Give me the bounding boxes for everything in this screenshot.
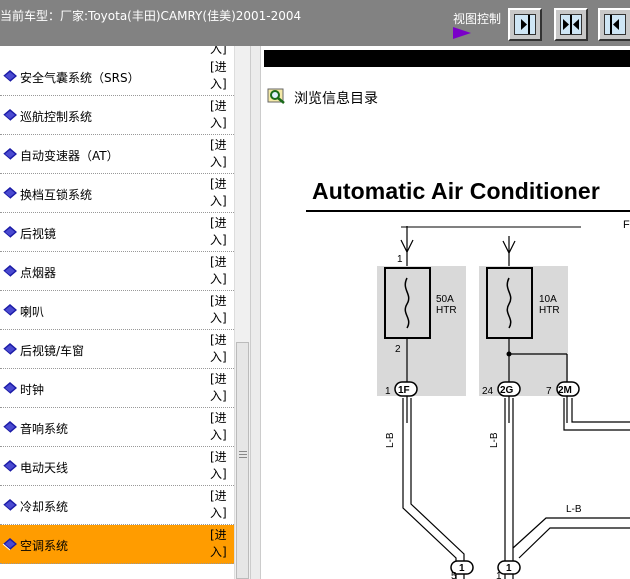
wiring-diagram: Automatic Air Conditioner F 50A HTR 10A: [261, 118, 630, 579]
list-item-enter-partial[interactable]: 入]: [210, 46, 227, 57]
list-item-enter-link[interactable]: [进入]: [210, 176, 230, 210]
book-icon: [2, 70, 17, 83]
list-item[interactable]: 时钟 [进入]: [0, 369, 234, 408]
pin-1c: 1: [496, 571, 502, 579]
list-item-enter-link[interactable]: [进入]: [210, 59, 230, 93]
pin-1b: 1: [385, 386, 391, 397]
wiring-diagram-drawing: F 50A HTR 10A HTR 1 2 1 24 7 1F 2G 2M L-…: [306, 210, 630, 579]
book-icon: [2, 421, 17, 434]
view-split-button[interactable]: [554, 8, 588, 41]
list-item[interactable]: 音响系统 [进入]: [0, 408, 234, 447]
fuse2-amp: 10A: [539, 294, 557, 305]
list-item-enter-link[interactable]: [进入]: [210, 527, 230, 561]
diagram-edge-letter: F: [623, 219, 630, 231]
book-icon: [2, 382, 17, 395]
list-item[interactable]: 后视镜 [进入]: [0, 213, 234, 252]
book-icon: [2, 187, 17, 200]
book-icon: [2, 460, 17, 473]
list-item[interactable]: 喇叭 [进入]: [0, 291, 234, 330]
split-view-icon: [563, 15, 579, 34]
view-left-panel-button[interactable]: [508, 8, 542, 41]
list-item-enter-link[interactable]: [进入]: [210, 215, 230, 249]
list-item-enter-link[interactable]: [进入]: [210, 332, 230, 366]
book-icon: [2, 265, 17, 278]
scrollbar-thumb[interactable]: [236, 342, 249, 579]
book-icon: [2, 226, 17, 239]
fuse2-name: HTR: [539, 305, 560, 316]
content-pane: 浏览信息目录 Automatic Air Conditioner F 50A H…: [261, 46, 630, 579]
list-item[interactable]: 换档互锁系统 [进入]: [0, 174, 234, 213]
book-icon: [2, 304, 17, 317]
list-item-enter-link[interactable]: [进入]: [210, 254, 230, 288]
pin-1a: 1: [397, 254, 403, 265]
list-item-label: 后视镜: [20, 227, 57, 241]
list-item[interactable]: 自动变速器（AT） [进入]: [0, 135, 234, 174]
header-bar: 当前车型：厂家:Toyota(丰田)CAMRY(佳美)2001-2004 视图控…: [0, 0, 630, 46]
list-item-enter-link[interactable]: [进入]: [210, 371, 230, 405]
browse-catalog-link[interactable]: 浏览信息目录: [294, 88, 378, 108]
book-icon: [2, 499, 17, 512]
connector-2g: 2G: [500, 385, 514, 396]
list-item-label: 巡航控制系统: [20, 110, 93, 124]
list-item-label: 安全气囊系统（SRS）: [20, 71, 140, 85]
list-item-enter-link[interactable]: [进入]: [210, 98, 230, 132]
list-item-label: 换档互锁系统: [20, 188, 93, 202]
connector-1f: 1F: [398, 385, 410, 396]
wire-label-lb-2: L-B: [489, 432, 500, 448]
list-item[interactable]: 后视镜/车窗 [进入]: [0, 330, 234, 369]
sidebar-scrollbar[interactable]: [234, 46, 250, 579]
list-item-enter-link[interactable]: [进入]: [210, 293, 230, 327]
list-item-label: 喇叭: [20, 305, 45, 319]
book-icon: [2, 343, 17, 356]
pin-24: 24: [482, 386, 494, 397]
pin-5: 5: [451, 571, 457, 579]
list-item[interactable]: 空调系统 [进入]: [0, 525, 234, 564]
list-item-label: 冷却系统: [20, 500, 69, 514]
list-item-enter-link[interactable]: [进入]: [210, 488, 230, 522]
list-item[interactable]: 点烟器 [进入]: [0, 252, 234, 291]
browse-catalog-icon[interactable]: [267, 87, 287, 105]
list-item[interactable]: 冷却系统 [进入]: [0, 486, 234, 525]
list-item-label: 电动天线: [20, 461, 69, 475]
panel-left-icon: [610, 15, 619, 34]
bottom-connector-1: 1: [459, 563, 465, 574]
wire-label-lb-3: L-B: [566, 504, 582, 515]
pin-2: 2: [395, 344, 401, 355]
triangle-arrow-icon: [453, 27, 471, 39]
list-item-label: 音响系统: [20, 422, 69, 436]
book-icon: [2, 109, 17, 122]
list-item[interactable]: 巡航控制系统 [进入]: [0, 96, 234, 135]
list-item-enter-link[interactable]: [进入]: [210, 449, 230, 483]
content-title-bar: [264, 50, 630, 67]
book-icon: [2, 538, 17, 551]
list-item-enter-link[interactable]: [进入]: [210, 137, 230, 171]
browse-toolbar: 浏览信息目录: [261, 76, 630, 114]
view-right-panel-button[interactable]: [598, 8, 630, 41]
panel-right-icon: [521, 15, 530, 34]
list-item-label: 点烟器: [20, 266, 57, 280]
list-item-label: 空调系统: [20, 539, 69, 553]
system-list-sidebar: 入] 安全气囊系统（SRS） [进入] 巡航控制系统 [进入] 自动变速器（AT） [进入…: [0, 46, 234, 579]
pane-splitter[interactable]: [250, 46, 261, 579]
list-item[interactable]: 安全气囊系统（SRS） [进入]: [0, 57, 234, 96]
list-item-label: 后视镜/车窗: [20, 344, 85, 358]
book-icon: [2, 148, 17, 161]
fuse1-name: HTR: [436, 305, 457, 316]
vehicle-info: 当前车型：厂家:Toyota(丰田)CAMRY(佳美)2001-2004: [0, 9, 302, 23]
fuse1-amp: 50A: [436, 294, 454, 305]
list-item-label: 时钟: [20, 383, 45, 397]
list-item-enter-link[interactable]: [进入]: [210, 410, 230, 444]
list-item-label: 自动变速器（AT）: [20, 149, 119, 163]
pin-7: 7: [546, 386, 552, 397]
view-control-label: 视图控制: [453, 12, 502, 26]
wire-label-lb-1: L-B: [385, 432, 396, 448]
bottom-connector-2: 1: [506, 563, 512, 574]
list-item[interactable]: 电动天线 [进入]: [0, 447, 234, 486]
connector-2m: 2M: [558, 385, 572, 396]
